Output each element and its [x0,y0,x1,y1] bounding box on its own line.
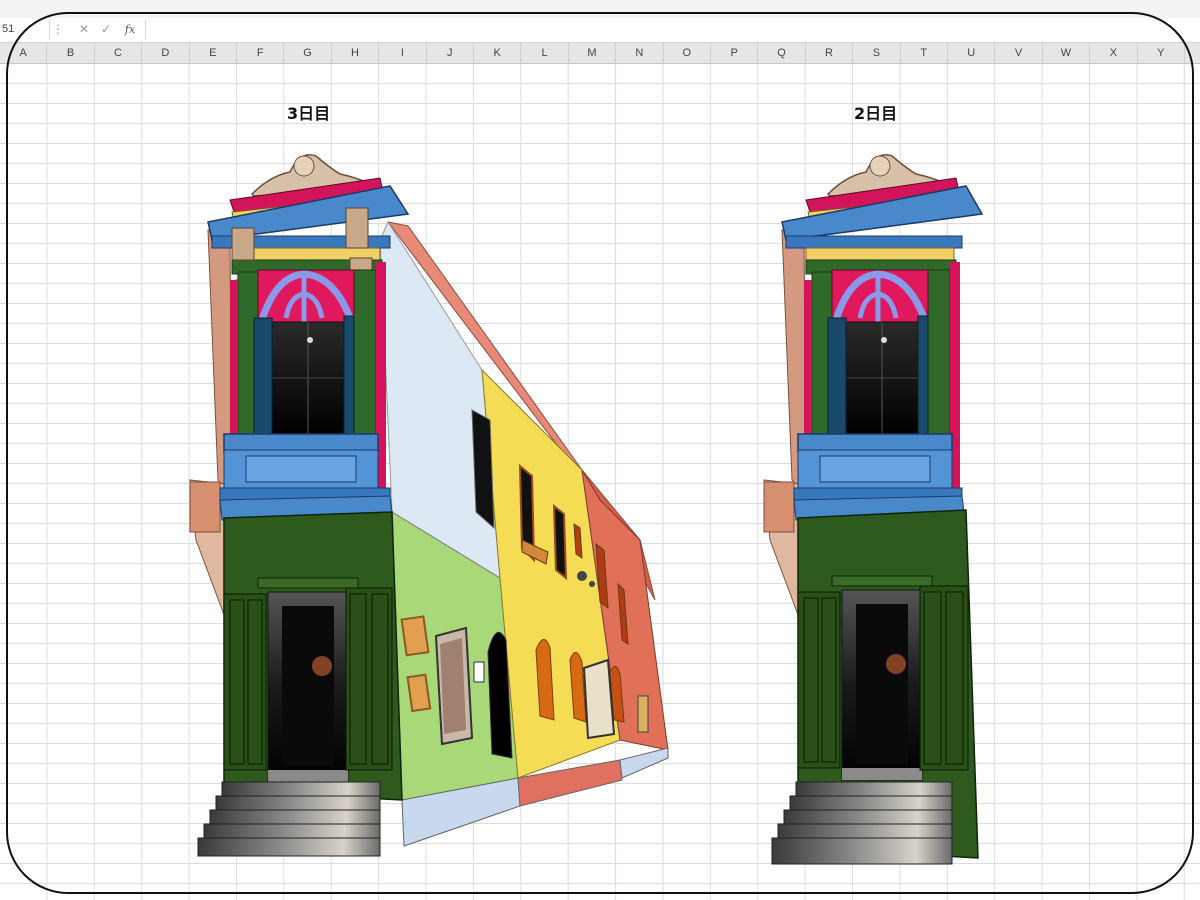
balcony [797,433,953,453]
door-shutter-left [797,591,841,769]
building-drawing-day2[interactable] [0,0,1200,900]
entrance-steps [771,781,953,865]
door-shutter-right [919,585,969,771]
